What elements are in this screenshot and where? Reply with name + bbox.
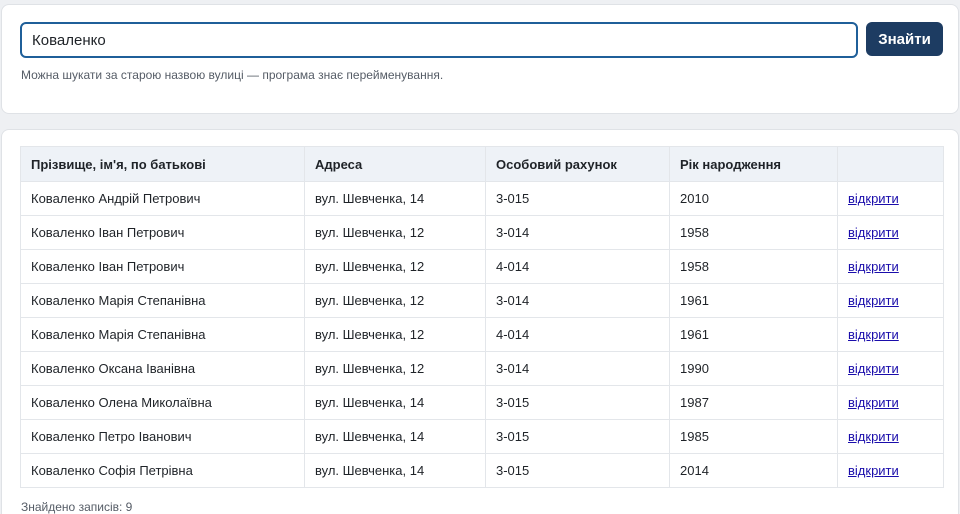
cell-birth-year: 1958 [669,249,838,284]
cell-action: відкрити [837,215,944,250]
open-record-link[interactable]: відкрити [848,191,899,206]
cell-name: Коваленко Іван Петрович [20,249,305,284]
open-record-link[interactable]: відкрити [848,429,899,444]
cell-account: 3-014 [485,215,670,250]
column-header-birth-year: Рік народження [669,146,838,182]
results-table: Прізвище, ім'я, по батькові Адреса Особо… [20,146,944,488]
cell-name: Коваленко Петро Іванович [20,419,305,454]
search-input[interactable] [20,22,858,58]
table-row: Коваленко Марія Степанівна вул. Шевченка,… [20,317,944,352]
table-row: Коваленко Марія Степанівна вул. Шевченка,… [20,283,944,318]
search-button[interactable]: Знайти [866,22,943,56]
search-panel: Знайти Можна шукати за старою назвою вул… [1,4,959,114]
column-header-name: Прізвище, ім'я, по батькові [20,146,305,182]
cell-name: Коваленко Андрій Петрович [20,181,305,216]
cell-birth-year: 1987 [669,385,838,420]
cell-name: Коваленко Марія Степанівна [20,283,305,318]
cell-account: 3-015 [485,419,670,454]
results-table-wrap: Прізвище, ім'я, по батькові Адреса Особо… [20,146,944,488]
open-record-link[interactable]: відкрити [848,293,899,308]
cell-account: 3-015 [485,181,670,216]
cell-birth-year: 1961 [669,317,838,352]
cell-address: вул. Шевченка, 14 [304,419,486,454]
cell-address: вул. Шевченка, 12 [304,249,486,284]
table-row: Коваленко Петро Іванович вул. Шевченка, 1… [20,419,944,454]
cell-name: Коваленко Оксана Іванівна [20,351,305,386]
open-record-link[interactable]: відкрити [848,463,899,478]
cell-birth-year: 2010 [669,181,838,216]
column-header-account: Особовий рахунок [485,146,670,182]
table-row: Коваленко Олена Миколаївна вул. Шевченка,… [20,385,944,420]
cell-birth-year: 1958 [669,215,838,250]
cell-address: вул. Шевченка, 12 [304,317,486,352]
cell-account: 4-014 [485,317,670,352]
cell-address: вул. Шевченка, 12 [304,351,486,386]
cell-account: 3-014 [485,283,670,318]
results-panel: Прізвище, ім'я, по батькові Адреса Особо… [1,129,959,514]
cell-name: Коваленко Софія Петрівна [20,453,305,488]
cell-birth-year: 1985 [669,419,838,454]
cell-address: вул. Шевченка, 14 [304,181,486,216]
search-hint: Можна шукати за старою назвою вулиці — п… [21,68,444,82]
cell-action: відкрити [837,419,944,454]
table-body: Коваленко Андрій Петрович вул. Шевченка, … [20,181,944,488]
cell-account: 4-014 [485,249,670,284]
results-count: Знайдено записів: 9 [21,500,133,514]
table-row: Коваленко Іван Петрович вул. Шевченка, 12… [20,249,944,284]
cell-action: відкрити [837,181,944,216]
open-record-link[interactable]: відкрити [848,259,899,274]
open-record-link[interactable]: відкрити [848,361,899,376]
cell-action: відкрити [837,385,944,420]
cell-account: 3-015 [485,385,670,420]
cell-name: Коваленко Олена Миколаївна [20,385,305,420]
cell-address: вул. Шевченка, 14 [304,385,486,420]
cell-account: 3-015 [485,453,670,488]
cell-name: Коваленко Іван Петрович [20,215,305,250]
cell-action: відкрити [837,249,944,284]
table-row: Коваленко Андрій Петрович вул. Шевченка, … [20,181,944,216]
table-row: Коваленко Оксана Іванівна вул. Шевченка, … [20,351,944,386]
cell-account: 3-014 [485,351,670,386]
cell-birth-year: 2014 [669,453,838,488]
open-record-link[interactable]: відкрити [848,327,899,342]
cell-address: вул. Шевченка, 14 [304,453,486,488]
cell-action: відкрити [837,283,944,318]
table-row: Коваленко Іван Петрович вул. Шевченка, 12… [20,215,944,250]
column-header-actions [837,146,944,182]
cell-birth-year: 1961 [669,283,838,318]
cell-action: відкрити [837,453,944,488]
cell-birth-year: 1990 [669,351,838,386]
column-header-address: Адреса [304,146,486,182]
cell-address: вул. Шевченка, 12 [304,215,486,250]
open-record-link[interactable]: відкрити [848,395,899,410]
cell-name: Коваленко Марія Степанівна [20,317,305,352]
open-record-link[interactable]: відкрити [848,225,899,240]
cell-action: відкрити [837,317,944,352]
cell-address: вул. Шевченка, 12 [304,283,486,318]
cell-action: відкрити [837,351,944,386]
table-header-row: Прізвище, ім'я, по батькові Адреса Особо… [20,146,944,182]
table-row: Коваленко Софія Петрівна вул. Шевченка, 1… [20,453,944,488]
